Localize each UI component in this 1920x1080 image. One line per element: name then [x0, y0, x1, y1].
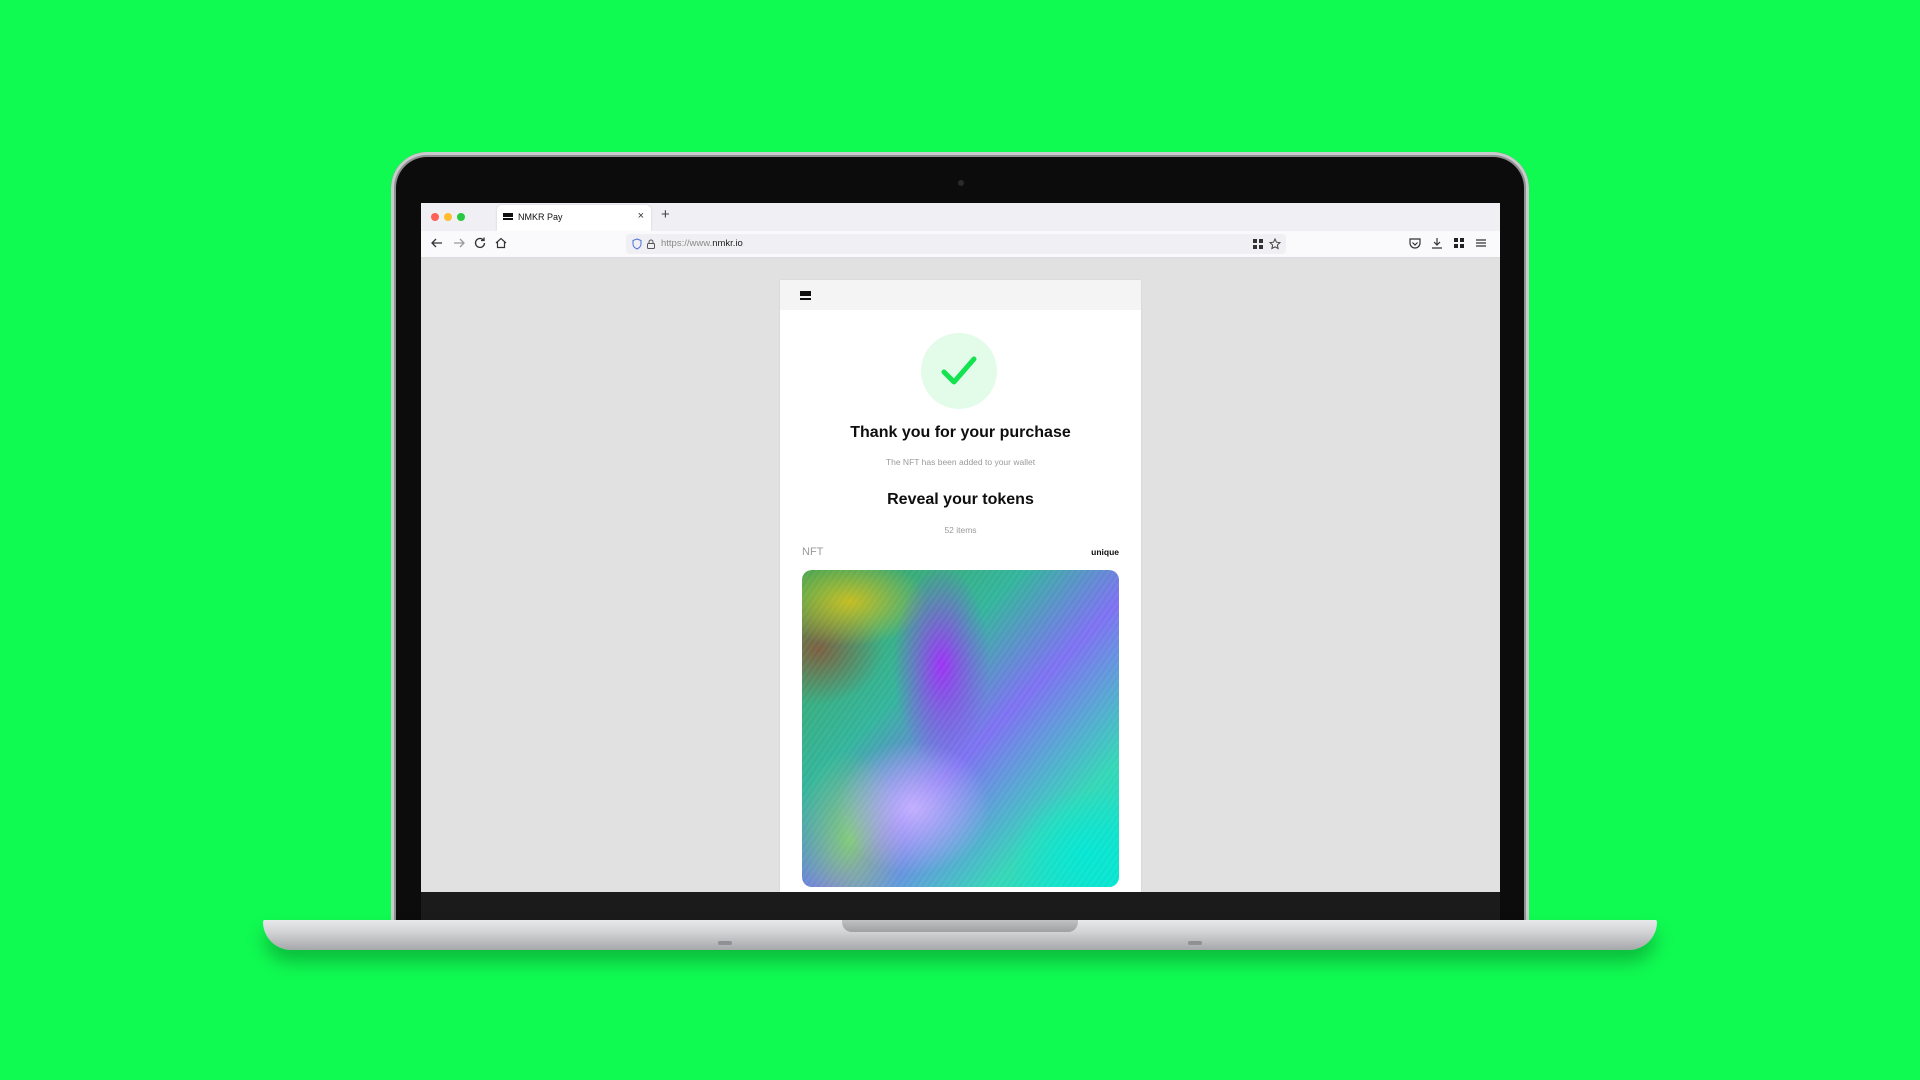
zoom-window-button[interactable] [457, 213, 465, 221]
back-arrow-icon[interactable] [429, 235, 445, 251]
tab-close-icon[interactable]: × [638, 210, 644, 222]
url-text: https://www.nmkr.io [661, 238, 743, 249]
purchase-confirmation-card: Thank you for your purchase The NFT has … [780, 280, 1141, 892]
items-count: 52 items [944, 525, 977, 535]
hamburger-menu-icon[interactable] [1473, 235, 1489, 251]
apps-grid-icon[interactable] [1451, 235, 1467, 251]
nft-label: NFT [802, 546, 824, 558]
address-bar[interactable]: https://www.nmkr.io [626, 234, 1286, 254]
nmkr-favicon-icon [503, 213, 513, 222]
tracking-shield-icon[interactable] [631, 238, 643, 250]
extensions-grid-icon[interactable] [1252, 238, 1264, 250]
rarity-label: unique [1091, 547, 1119, 557]
nmkr-logo-icon [800, 291, 811, 301]
tab-bar: NMKR Pay × + [421, 203, 1500, 231]
tab-title: NMKR Pay [518, 212, 563, 222]
pocket-icon[interactable] [1407, 235, 1423, 251]
webcam [958, 180, 964, 186]
browser-window: NMKR Pay × + https://www.nmkr.io Thank y… [421, 203, 1500, 892]
laptop-foot [718, 941, 732, 945]
close-window-button[interactable] [431, 213, 439, 221]
reveal-title: Reveal your tokens [887, 491, 1034, 508]
purchase-title: Thank you for your purchase [850, 424, 1071, 441]
nft-artwork-image[interactable] [802, 570, 1119, 887]
checkmark-icon [941, 356, 977, 385]
tab-nmkr-pay[interactable]: NMKR Pay × [497, 205, 651, 231]
new-tab-button[interactable]: + [661, 206, 670, 223]
screen-bottom-bezel [421, 892, 1500, 922]
laptop-foot [1188, 941, 1202, 945]
bookmark-star-icon[interactable] [1269, 238, 1281, 250]
card-header [780, 280, 1141, 310]
navigation-bar: https://www.nmkr.io [421, 231, 1500, 258]
download-icon[interactable] [1429, 235, 1445, 251]
purchase-subtitle: The NFT has been added to your wallet [885, 457, 1036, 467]
lock-icon[interactable] [645, 238, 657, 250]
forward-arrow-icon[interactable] [451, 235, 467, 251]
home-icon[interactable] [493, 235, 509, 251]
success-badge [921, 333, 997, 409]
minimize-window-button[interactable] [444, 213, 452, 221]
reload-icon[interactable] [472, 235, 488, 251]
laptop-opening-notch [842, 920, 1078, 932]
